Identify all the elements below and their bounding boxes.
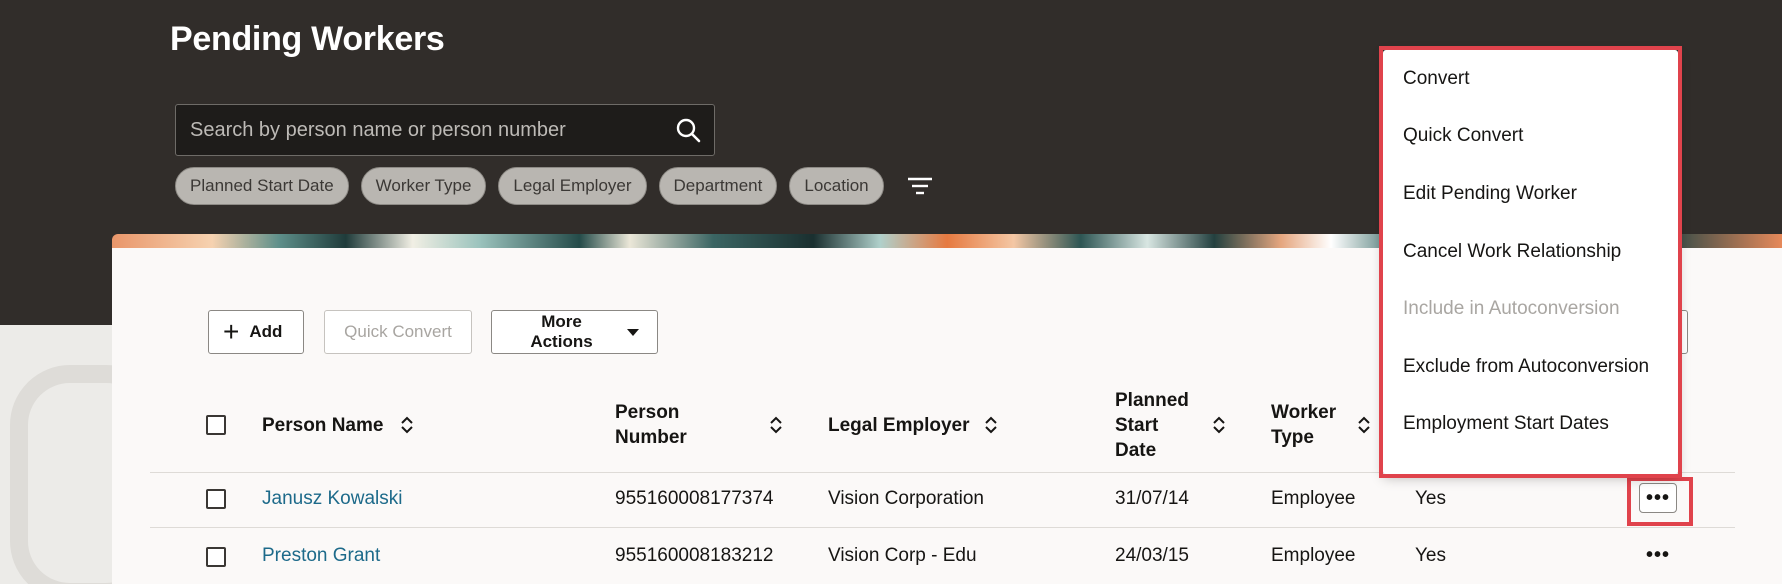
quick-convert-button[interactable]: Quick Convert <box>324 310 472 354</box>
sort-icon[interactable] <box>984 415 998 435</box>
filter-chip-location[interactable]: Location <box>789 167 884 205</box>
more-horizontal-icon[interactable]: ••• <box>1639 540 1677 570</box>
background-pattern <box>0 325 166 584</box>
search-icon[interactable] <box>662 104 714 156</box>
filter-chip-legal-employer[interactable]: Legal Employer <box>498 167 647 205</box>
highlight-box <box>1379 46 1682 478</box>
filter-icon[interactable] <box>900 167 940 205</box>
person-number-cell: 955160008177374 <box>615 488 774 509</box>
autoconversion-cell: Yes <box>1415 488 1446 509</box>
row-checkbox[interactable] <box>206 547 226 567</box>
page-title: Pending Workers <box>170 20 445 58</box>
person-name-link[interactable]: Janusz Kowalski <box>262 487 402 511</box>
sort-icon[interactable] <box>769 415 783 435</box>
plus-icon: + <box>223 316 240 347</box>
sort-icon[interactable] <box>1212 415 1226 435</box>
worker-type-cell: Employee <box>1271 545 1356 566</box>
filter-chip-planned-start-date[interactable]: Planned Start Date <box>175 167 349 205</box>
column-header-person-number[interactable]: Person Number <box>615 400 687 450</box>
legal-employer-cell: Vision Corporation <box>828 488 984 509</box>
add-button[interactable]: + Add <box>208 310 304 354</box>
person-name-link[interactable]: Preston Grant <box>262 544 380 568</box>
filter-chips: Planned Start Date Worker Type Legal Emp… <box>175 167 940 205</box>
search-input[interactable] <box>176 105 662 155</box>
search-box[interactable] <box>175 104 715 156</box>
planned-start-date-cell: 24/03/15 <box>1115 545 1189 566</box>
legal-employer-cell: Vision Corp - Edu <box>828 545 977 566</box>
select-all-checkbox[interactable] <box>206 415 226 435</box>
caret-down-icon <box>627 328 639 336</box>
column-header-person-name[interactable]: Person Name <box>262 413 383 438</box>
column-header-legal-employer[interactable]: Legal Employer <box>828 413 970 438</box>
row-divider <box>150 527 1735 528</box>
sort-icon[interactable] <box>400 415 414 435</box>
more-actions-button[interactable]: More Actions <box>491 310 658 354</box>
planned-start-date-cell: 31/07/14 <box>1115 488 1189 509</box>
column-header-planned-start-date[interactable]: Planned Start Date <box>1115 388 1189 463</box>
row-checkbox[interactable] <box>206 489 226 509</box>
worker-type-cell: Employee <box>1271 488 1356 509</box>
person-number-cell: 955160008183212 <box>615 545 774 566</box>
filter-chip-department[interactable]: Department <box>658 167 778 205</box>
column-header-worker-type[interactable]: Worker Type <box>1271 400 1336 450</box>
sort-icon[interactable] <box>1357 415 1371 435</box>
filter-chip-worker-type[interactable]: Worker Type <box>360 167 487 205</box>
autoconversion-cell: Yes <box>1415 545 1446 566</box>
highlight-box <box>1627 477 1693 526</box>
